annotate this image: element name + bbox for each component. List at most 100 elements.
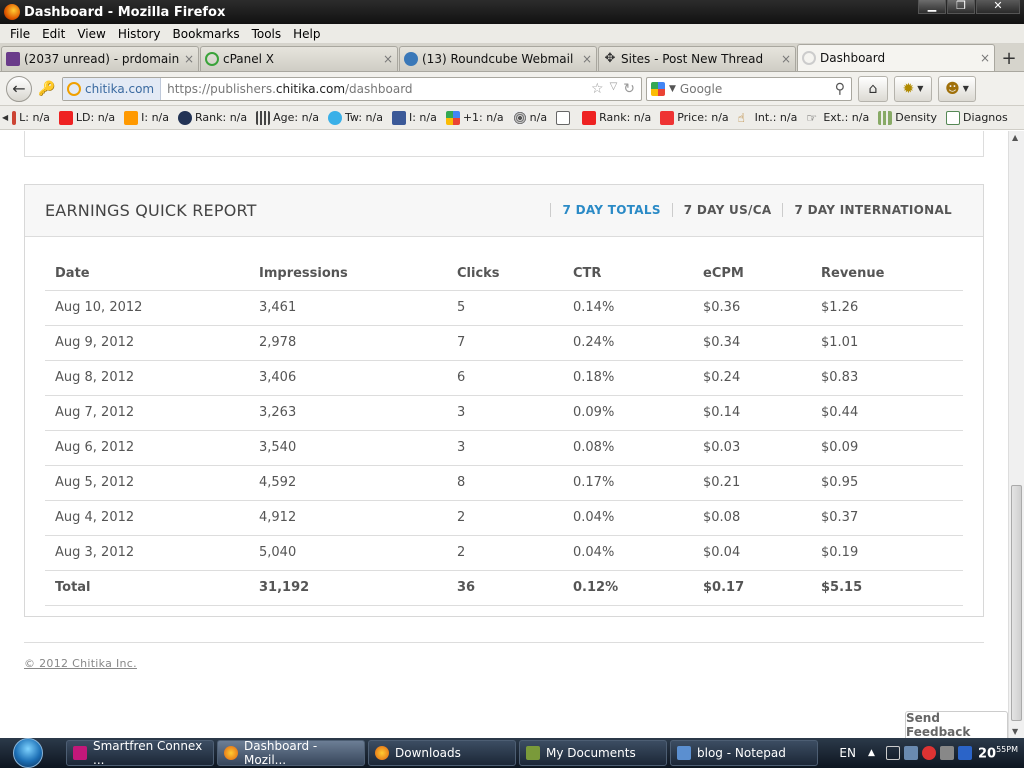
browser-tab-roundcube[interactable]: (13) Roundcube Webmail :: P... × [399, 46, 597, 71]
table-row: Aug 7, 2012 3,263 3 0.09% $0.14 $0.44 [45, 395, 963, 431]
browser-tab-cpanel[interactable]: cPanel X × [200, 46, 398, 71]
seo-fingerprint-item[interactable]: n/a [512, 110, 547, 125]
seo-links-item[interactable]: L: n/a [12, 110, 50, 125]
seo-twitter-item[interactable]: Tw: n/a [328, 110, 383, 125]
seo-density-item[interactable]: Density [878, 110, 937, 125]
clock-minute: 55 [996, 744, 1007, 754]
bing-icon [124, 110, 139, 125]
minimize-button[interactable]: ▁ [918, 0, 946, 14]
window-title: Dashboard - Mozilla Firefox [24, 4, 226, 20]
taskbar-item-smartfren[interactable]: Smartfren Connex ... [66, 739, 214, 767]
volume-muted-icon[interactable] [939, 746, 954, 760]
addon-face-button[interactable]: ☻ ▼ [938, 75, 976, 102]
menu-tools[interactable]: Tools [246, 27, 288, 41]
scroll-left-icon[interactable]: ◀ [2, 113, 8, 122]
windows-taskbar: Smartfren Connex ... Dashboard - Mozil..… [0, 738, 1024, 768]
page-scrollbar[interactable]: ▲ ▼ [1008, 131, 1024, 738]
close-tab-icon[interactable]: × [781, 52, 791, 66]
column-header-revenue: Revenue [811, 255, 963, 291]
bluetooth-icon[interactable] [957, 746, 972, 760]
network-monitor-icon[interactable] [885, 746, 900, 760]
home-button[interactable]: ⌂ [858, 75, 888, 102]
seo-external-links-item[interactable]: ☞ Ext.: n/a [806, 111, 869, 125]
browser-tab-dashboard[interactable]: Dashboard × [797, 44, 995, 71]
scroll-up-icon[interactable]: ▲ [1012, 133, 1018, 142]
browser-tab-mail[interactable]: (2037 unread) - prdomainma... × [1, 46, 199, 71]
start-button[interactable] [8, 738, 48, 768]
report-title: EARNINGS QUICK REPORT [45, 201, 257, 220]
system-clock[interactable]: 2055PM [978, 745, 1018, 761]
close-tab-icon[interactable]: × [383, 52, 393, 66]
cell-ctr: 0.08% [563, 430, 693, 466]
url-history-dropdown-icon[interactable]: ▽ [610, 81, 618, 97]
cell-clicks: 3 [447, 430, 563, 466]
menu-history[interactable]: History [112, 27, 167, 41]
close-tab-icon[interactable]: × [184, 52, 194, 66]
fingerprint-icon [512, 110, 527, 125]
seo-internal-links-item[interactable]: ☝ Int.: n/a [738, 111, 798, 125]
scroll-down-icon[interactable]: ▼ [1012, 727, 1018, 736]
taskbar-item-downloads[interactable]: Downloads [368, 740, 516, 766]
search-input[interactable] [679, 81, 835, 96]
cell-ecpm: $0.21 [693, 465, 811, 501]
close-window-button[interactable]: ✕ [976, 0, 1020, 14]
table-row: Aug 6, 2012 3,540 3 0.08% $0.03 $0.09 [45, 430, 963, 466]
table-row: Aug 10, 2012 3,461 5 0.14% $0.36 $1.26 [45, 290, 963, 326]
menu-help[interactable]: Help [287, 27, 326, 41]
seo-index-item[interactable]: I: n/a [124, 110, 169, 125]
seo-age-item[interactable]: Age: n/a [256, 110, 319, 125]
close-tab-icon[interactable]: × [980, 51, 990, 65]
seo-alexa-rank-item[interactable]: Rank: n/a [178, 110, 247, 125]
bookmark-star-icon[interactable]: ☆ [591, 81, 604, 97]
firefox-icon [224, 746, 238, 760]
back-button[interactable]: ← [6, 75, 32, 102]
copyright-link[interactable]: © 2012 Chitika Inc. [24, 657, 137, 670]
seo-rank-item[interactable]: Rank: n/a [582, 110, 651, 125]
send-feedback-button[interactable]: Send Feedback [905, 711, 1008, 738]
seo-diagnosis-item[interactable]: Diagnos [946, 110, 1008, 125]
browser-tab-sites[interactable]: ✥ Sites - Post New Thread × [598, 46, 796, 71]
scrollbar-thumb[interactable] [1011, 485, 1022, 721]
addon-gear-button[interactable]: ✹ ▼ [894, 75, 932, 102]
key-icon[interactable]: 🔑 [36, 78, 58, 100]
menu-edit[interactable]: Edit [36, 27, 71, 41]
total-ctr: 0.12% [563, 570, 693, 606]
reload-icon[interactable]: ↻ [623, 81, 635, 97]
column-header-clicks: Clicks [447, 255, 563, 291]
cell-impressions: 4,912 [249, 500, 447, 536]
url-text[interactable]: https://publishers.chitika.com/dashboard [167, 82, 591, 96]
antivirus-icon[interactable] [921, 746, 936, 760]
clock-hour: 20 [977, 746, 997, 762]
language-indicator[interactable]: EN [833, 746, 862, 760]
taskbar-item-my-documents[interactable]: My Documents [519, 740, 667, 766]
menu-file[interactable]: File [4, 27, 36, 41]
new-tab-button[interactable]: + [997, 46, 1021, 71]
taskbar-item-notepad[interactable]: blog - Notepad [670, 740, 818, 766]
search-engine-dropdown-icon[interactable]: ▼ [669, 84, 676, 94]
archive-icon [256, 110, 271, 125]
seo-linkdomains-item[interactable]: LD: n/a [58, 110, 115, 125]
column-header-impressions: Impressions [249, 255, 447, 291]
taskbar-item-firefox[interactable]: Dashboard - Mozil... [217, 739, 365, 767]
seo-facebook-item[interactable]: I: n/a [391, 110, 437, 125]
close-tab-icon[interactable]: × [582, 52, 592, 66]
search-icon[interactable]: ⚲ [835, 81, 845, 97]
google-engine-icon[interactable] [651, 81, 665, 96]
menu-view[interactable]: View [71, 27, 111, 41]
cell-revenue: $1.01 [811, 325, 963, 361]
maximize-button[interactable]: ❐ [947, 0, 975, 14]
tab-7-day-totals[interactable]: 7 DAY TOTALS [550, 203, 671, 217]
cell-ecpm: $0.08 [693, 500, 811, 536]
menu-bookmarks[interactable]: Bookmarks [167, 27, 246, 41]
seo-source-item[interactable] [556, 110, 573, 125]
address-bar[interactable]: chitika.com https://publishers.chitika.c… [62, 76, 642, 101]
network-icon[interactable] [903, 746, 918, 760]
tab-7-day-us-ca[interactable]: 7 DAY US/CA [671, 203, 783, 217]
tab-label: cPanel X [223, 52, 275, 66]
tab-7-day-international[interactable]: 7 DAY INTERNATIONAL [782, 203, 963, 217]
show-hidden-icons-icon[interactable]: ▲ [868, 746, 882, 760]
seo-plusone-item[interactable]: +1: n/a [445, 110, 504, 125]
search-bar[interactable]: ▼ ⚲ [646, 76, 852, 101]
site-identity[interactable]: chitika.com [63, 77, 162, 100]
seo-price-item[interactable]: Price: n/a [660, 110, 729, 125]
